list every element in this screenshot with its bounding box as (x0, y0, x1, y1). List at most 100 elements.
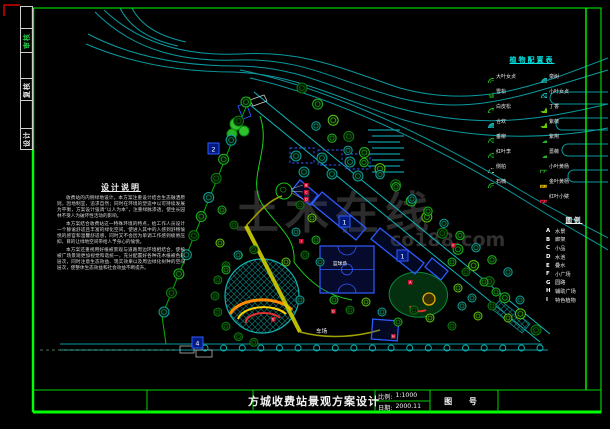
plant-legend-item: 蔷薇 (532, 144, 585, 159)
plant-legend-label: 石楠 (496, 178, 506, 185)
key-legend-item: G园路 (546, 279, 602, 288)
key-legend-items: A水景B廊架C小品D水池E叠水F小广场G园路H辅助广场I特色植物 (546, 227, 602, 304)
signoff-label: 审核 (22, 33, 32, 49)
plant-legend-label: 垂柳 (496, 133, 506, 140)
design-notes-paragraph: 本方案结合收费站这一特殊环境的特点，给工作人员设计一个静谧舒适且丰富的绿化空间，… (57, 222, 185, 246)
plant-legend-right-column: 栾树小叶女贞丁香紫薇紫荆蔷薇小叶黄杨金叶黄杨红叶小檗 (532, 69, 585, 204)
key-legend-label: 辅助广场 (555, 288, 576, 295)
t4-plant-symbol-icon (479, 115, 494, 128)
key-legend-item: H辅助广场 (546, 287, 602, 296)
key-legend-item: F小广场 (546, 270, 602, 279)
plant-legend-item: 栾树 (532, 69, 585, 84)
circular-plaza (225, 259, 299, 333)
key-legend-item: B廊架 (546, 236, 602, 245)
svg-text:1: 1 (342, 218, 346, 226)
signoff-label: 复核 (22, 82, 32, 98)
svg-text:F: F (452, 244, 454, 248)
red-letter-marker: A (408, 280, 413, 285)
svg-text:H: H (392, 335, 395, 339)
plant-legend-label: 蔷薇 (549, 148, 559, 155)
blue-number-marker: 1 (339, 216, 350, 227)
key-legend-title: 图例 (546, 214, 602, 224)
plant-legend-label: 小叶女贞 (549, 88, 569, 95)
signoff-column: 审核 复核 设计 (20, 6, 33, 150)
t6-plant-symbol-icon (532, 130, 547, 143)
signoff-box-empty (20, 100, 33, 128)
plant-legend-item: 合欢 (479, 114, 532, 129)
key-legend-code: D (546, 254, 555, 260)
t1-plant-symbol-icon (479, 175, 494, 188)
date-row: 日期: 2000.11 (378, 403, 421, 412)
t6-plant-symbol-icon (532, 145, 547, 158)
key-legend-label: 廊架 (555, 236, 565, 243)
signoff-box-empty (20, 6, 33, 28)
scale-value: 1:1000 (395, 392, 417, 401)
bridge-deck-symbol (368, 130, 404, 172)
red-letter-marker: G (331, 309, 336, 314)
key-legend-code: E (546, 263, 555, 269)
svg-text:2: 2 (211, 145, 215, 153)
hr-plant-symbol-icon (532, 190, 547, 203)
plant-legend-label: 栾树 (549, 73, 559, 80)
red-letter-marker: H (391, 334, 396, 339)
svg-text:G: G (332, 310, 335, 314)
key-legend-item: A水景 (546, 227, 602, 236)
plant-legend-item: 丁香 (532, 99, 585, 114)
t3-plant-symbol-icon (479, 100, 494, 113)
plant-legend-label: 白皮松 (496, 103, 511, 110)
t8-plant-symbol-icon (532, 100, 547, 113)
t5-plant-symbol-icon (479, 130, 494, 143)
blue-number-marker: 2 (208, 143, 219, 154)
t9-plant-symbol-icon (532, 85, 547, 98)
plant-legend-item: 侧柏 (479, 159, 532, 174)
basketball-court: 篮球场 (320, 246, 374, 293)
svg-text:1: 1 (400, 252, 404, 260)
design-notes-paragraph: 收费站的内侧绿地设计。本方案注重设计结合生态融洒原则，因地制宜，追求自然；同时在… (57, 196, 185, 220)
plant-legend-item: 紫荆 (532, 129, 585, 144)
key-legend: 图例 A水景B廊架C小品D水池E叠水F小广场G园路H辅助广场I特色植物 (546, 214, 602, 304)
key-legend-code: H (546, 288, 555, 294)
plant-legend-label: 红叶李 (496, 148, 511, 155)
signoff-label: 设计 (22, 131, 32, 147)
parterre-beds (290, 148, 370, 169)
plant-legend-item: 金叶黄杨 (532, 174, 585, 189)
key-legend-label: 叠水 (555, 262, 565, 269)
t2-plant-symbol-icon (479, 85, 494, 98)
signoff-box-review: 审核 (20, 28, 33, 52)
plant-legend-label: 紫荆 (549, 133, 559, 140)
plant-legend-label: 小叶黄杨 (549, 163, 569, 170)
plant-legend-item: 红叶小檗 (532, 189, 585, 204)
key-legend-item: I特色植物 (546, 296, 602, 305)
key-legend-item: C小品 (546, 244, 602, 253)
t8-plant-symbol-icon (532, 115, 547, 128)
plant-legend-item: 石楠 (479, 174, 532, 189)
plant-legend-item: 红叶李 (479, 144, 532, 159)
cad-sheet: 土木在线 co188.com (0, 0, 610, 429)
blue-number-marker: 1 (397, 250, 408, 261)
t4-plant-symbol-icon (532, 70, 547, 83)
corner-registration-mark (4, 5, 20, 16)
parking-label: 车场 (316, 327, 328, 335)
key-legend-label: 水池 (555, 254, 565, 261)
date-value: 2000.11 (395, 403, 421, 412)
plant-legend-label: 红叶小檗 (549, 193, 569, 200)
plant-legend-label: 大叶女贞 (496, 73, 516, 80)
key-legend-code: F (546, 271, 555, 277)
key-legend-label: 园路 (555, 279, 565, 286)
t5-plant-symbol-icon (479, 145, 494, 158)
key-legend-code: A (546, 228, 555, 234)
drawing-title: 方城收费站景观方案设计 (253, 391, 375, 411)
svg-text:I: I (301, 240, 302, 244)
plant-legend-item: 雪松 (479, 84, 532, 99)
key-legend-code: B (546, 237, 555, 243)
signoff-box-empty (20, 52, 33, 78)
red-letter-marker: C (304, 190, 309, 195)
design-notes-title: 设计说明 (57, 182, 185, 193)
svg-text:4: 4 (195, 339, 199, 347)
watermark: 土木在线 co188.com (235, 188, 505, 251)
key-legend-code: G (546, 280, 555, 286)
t7-plant-symbol-icon (479, 160, 494, 173)
plant-legend-item: 小叶女贞 (532, 84, 585, 99)
svg-text:D: D (305, 198, 308, 202)
plant-legend-label: 雪松 (496, 88, 506, 95)
